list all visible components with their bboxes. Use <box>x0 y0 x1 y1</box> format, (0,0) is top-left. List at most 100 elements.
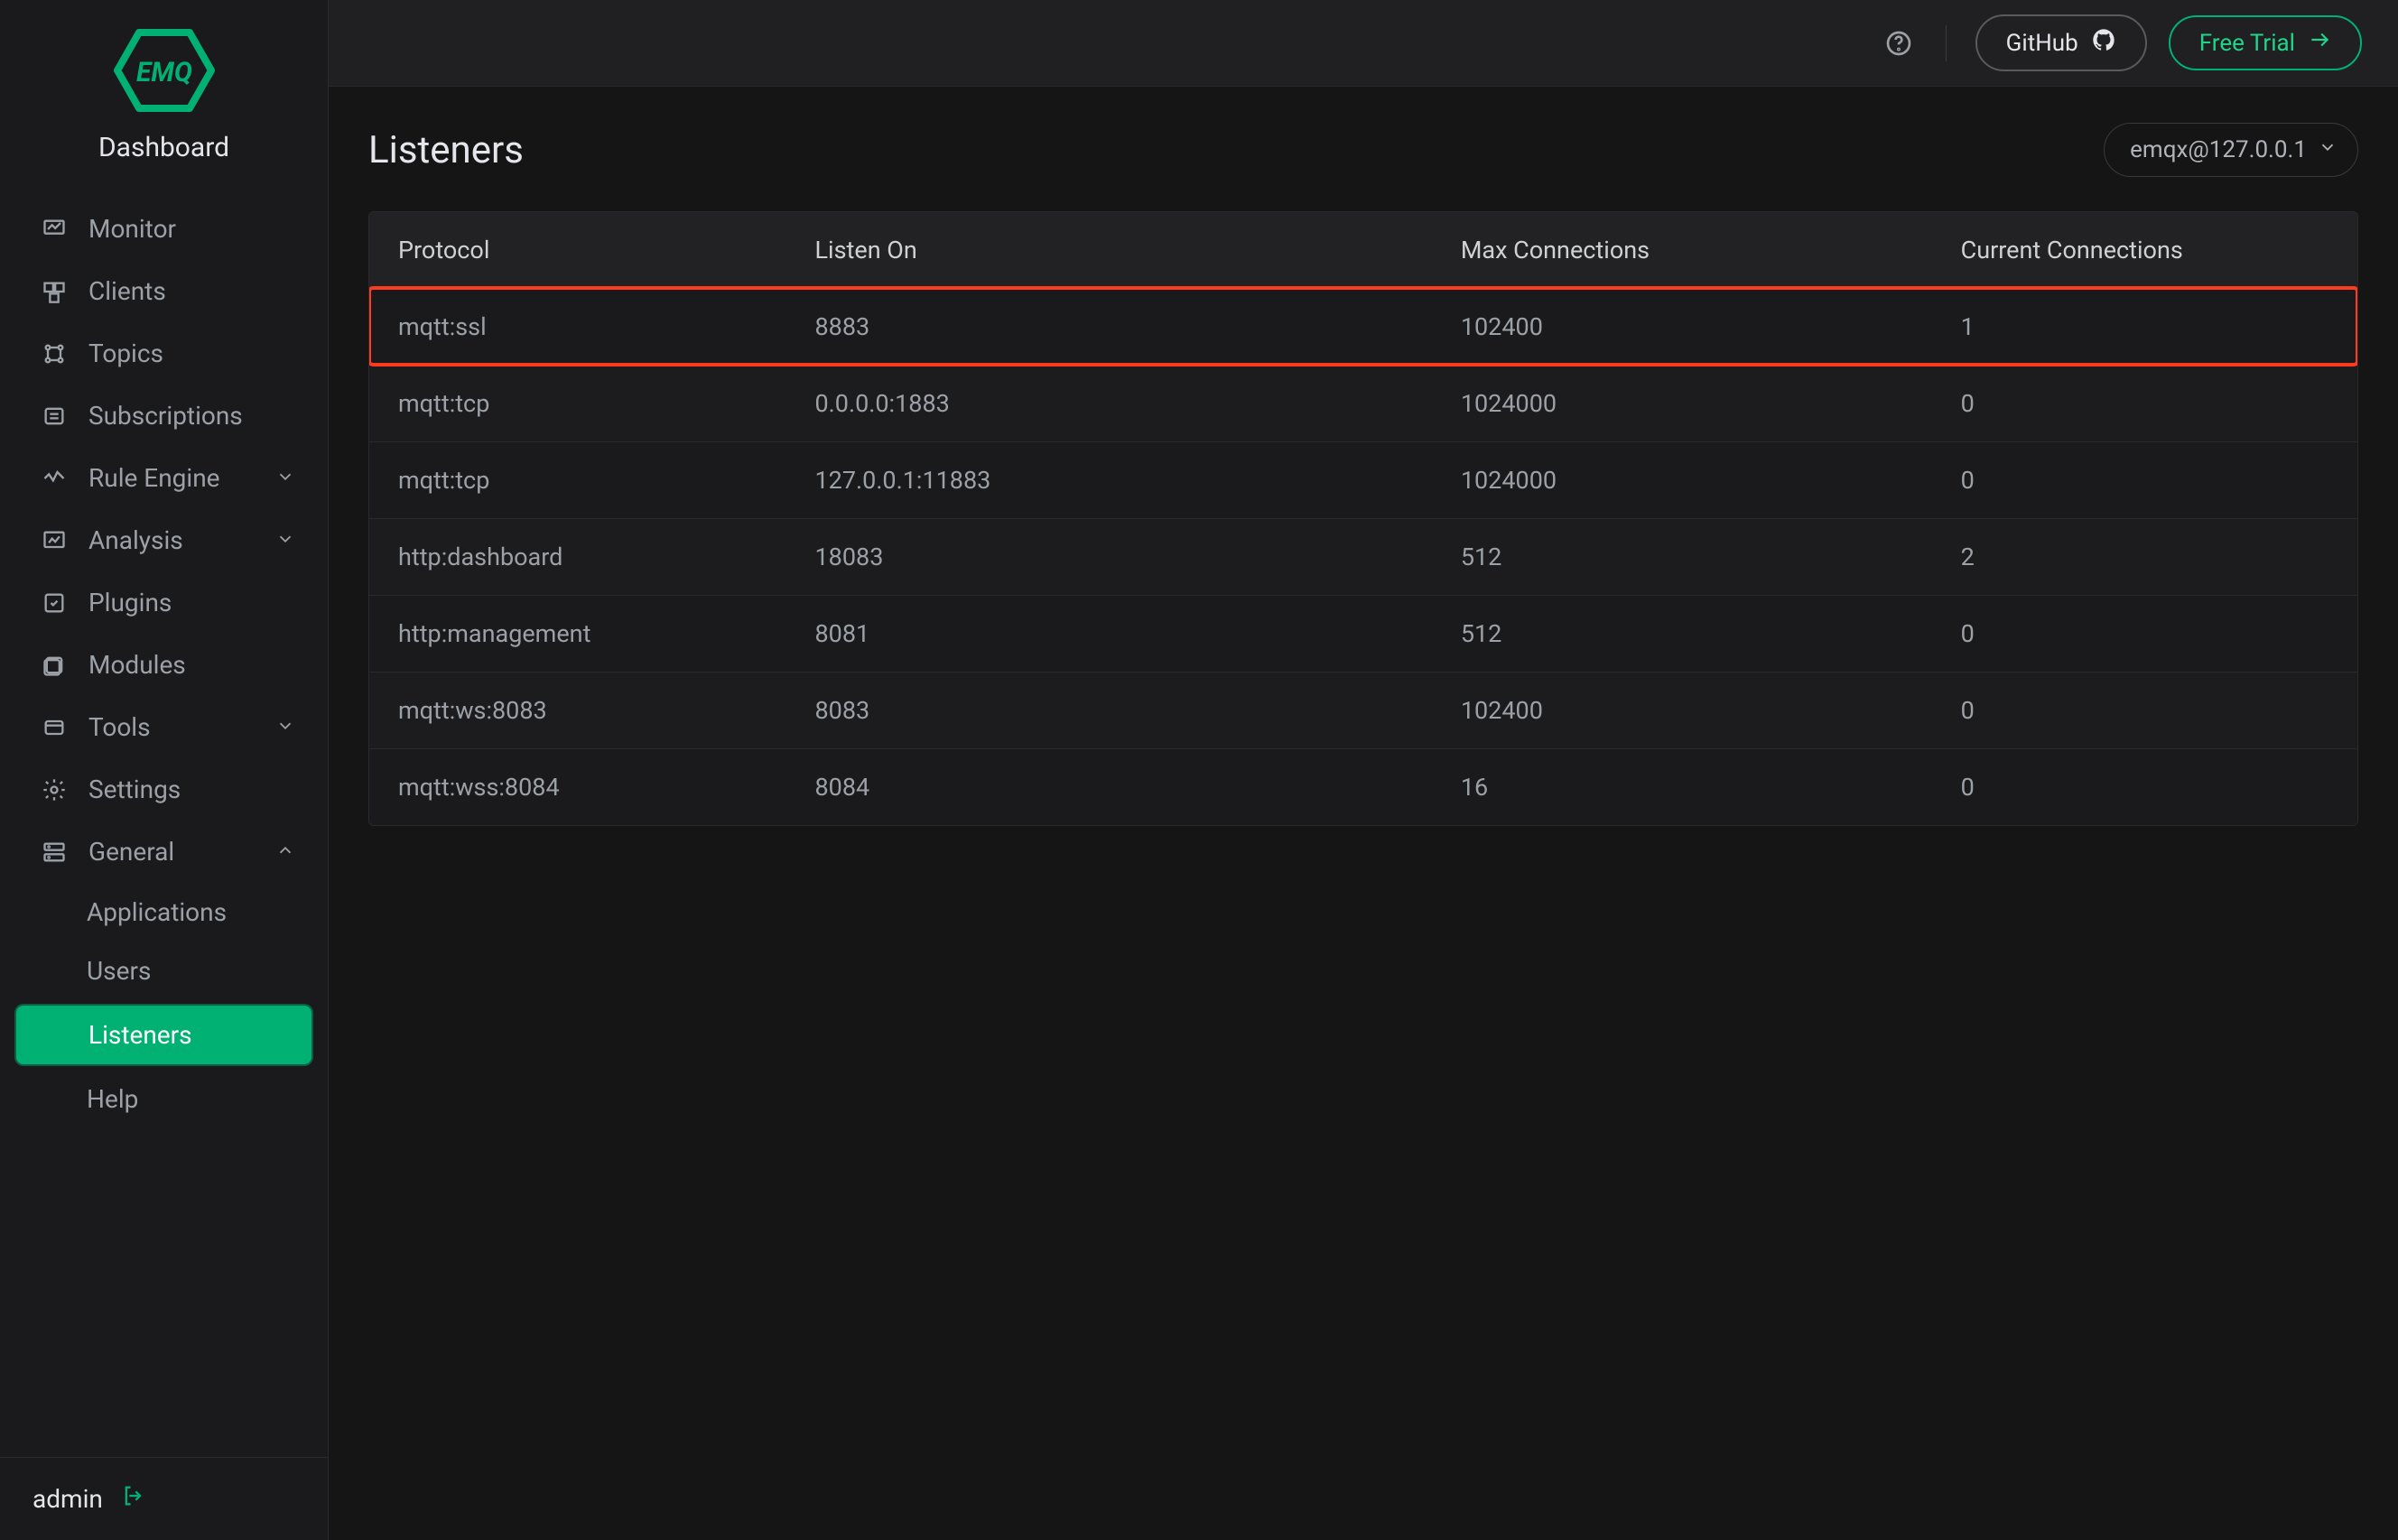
table-cell: http:management <box>395 596 812 672</box>
table-row[interactable]: mqtt:ws:808380831024000 <box>369 672 2357 748</box>
rule-engine-icon <box>40 464 69 493</box>
sidebar-item-rule-engine[interactable]: Rule Engine <box>0 447 328 509</box>
github-button[interactable]: GitHub <box>1975 14 2147 71</box>
table-cell: 102400 <box>1457 289 1957 365</box>
sidebar-item-general[interactable]: General <box>0 821 328 883</box>
table-cell: mqtt:tcp <box>395 442 812 518</box>
sidebar-item-modules[interactable]: Modules <box>0 634 328 696</box>
chevron-down-icon <box>275 525 295 555</box>
sidebar-sub-label: Listeners <box>88 1020 192 1050</box>
node-selector[interactable]: emqx@127.0.0.1 <box>2104 123 2358 177</box>
sidebar-sub-applications[interactable]: Applications <box>0 883 328 942</box>
table-cell: mqtt:ssl <box>395 289 812 365</box>
table-cell: 2 <box>1957 519 2332 595</box>
sidebar-item-label: General <box>88 837 174 867</box>
sidebar-item-tools[interactable]: Tools <box>0 696 328 758</box>
sidebar-sub-help[interactable]: Help <box>0 1070 328 1128</box>
col-current-connections: Current Connections <box>1957 212 2332 288</box>
sidebar-item-analysis[interactable]: Analysis <box>0 509 328 571</box>
table-cell: 1 <box>1957 289 2332 365</box>
table-cell: 1024000 <box>1457 442 1957 518</box>
plugins-icon <box>40 589 69 617</box>
table-cell: 512 <box>1457 596 1957 672</box>
sidebar-item-label: Tools <box>88 712 151 742</box>
table-cell: 512 <box>1457 519 1957 595</box>
main-content: GitHub Free Trial Listeners emqx@127.0.0… <box>329 0 2398 1540</box>
table-cell: 0 <box>1957 366 2332 441</box>
github-label: GitHub <box>2006 30 2078 57</box>
table-cell: 0.0.0.0:1883 <box>812 366 1457 441</box>
help-icon[interactable] <box>1881 25 1917 61</box>
username: admin <box>33 1484 103 1514</box>
sidebar-item-topics[interactable]: Topics <box>0 322 328 385</box>
table-header: Protocol Listen On Max Connections Curre… <box>369 212 2357 288</box>
col-listen-on: Listen On <box>812 212 1457 288</box>
sidebar-item-plugins[interactable]: Plugins <box>0 571 328 634</box>
logo-section: EMQ Dashboard <box>0 0 328 180</box>
settings-icon <box>40 775 69 804</box>
topbar: GitHub Free Trial <box>329 0 2398 87</box>
chevron-down-icon <box>275 463 295 493</box>
content-area: Listeners emqx@127.0.0.1 Protocol Listen… <box>329 87 2398 1540</box>
logout-icon[interactable] <box>121 1483 146 1515</box>
table-row[interactable]: mqtt:ssl88831024001 <box>369 288 2357 365</box>
divider <box>1946 25 1947 61</box>
table-row[interactable]: mqtt:tcp127.0.0.1:1188310240000 <box>369 441 2357 518</box>
sidebar-item-clients[interactable]: Clients <box>0 260 328 322</box>
sidebar-sub-label: Applications <box>87 897 227 927</box>
sidebar-item-label: Plugins <box>88 588 172 617</box>
sidebar-sub-users[interactable]: Users <box>0 942 328 1000</box>
sidebar-item-label: Topics <box>88 339 163 368</box>
table-cell: 0 <box>1957 442 2332 518</box>
table-cell: 102400 <box>1457 673 1957 748</box>
modules-icon <box>40 651 69 680</box>
sidebar-item-label: Analysis <box>88 525 183 555</box>
table-cell: 8883 <box>812 289 1457 365</box>
table-cell: 0 <box>1957 749 2332 825</box>
sidebar-nav: Monitor Clients Topics Subscriptions <box>0 180 328 1457</box>
sidebar: EMQ Dashboard Monitor Clients <box>0 0 329 1540</box>
table-cell: mqtt:wss:8084 <box>395 749 812 825</box>
table-cell: http:dashboard <box>395 519 812 595</box>
free-trial-button[interactable]: Free Trial <box>2169 15 2362 70</box>
sidebar-sub-label: Help <box>87 1084 138 1114</box>
table-cell: 0 <box>1957 673 2332 748</box>
table-row[interactable]: http:management80815120 <box>369 595 2357 672</box>
user-bar: admin <box>0 1457 328 1540</box>
sidebar-item-label: Rule Engine <box>88 463 220 493</box>
analysis-icon <box>40 526 69 555</box>
sidebar-item-subscriptions[interactable]: Subscriptions <box>0 385 328 447</box>
sidebar-item-label: Modules <box>88 650 186 680</box>
subscriptions-icon <box>40 402 69 431</box>
table-cell: 1024000 <box>1457 366 1957 441</box>
sidebar-item-label: Settings <box>88 775 181 804</box>
table-cell: 8084 <box>812 749 1457 825</box>
table-cell: 8081 <box>812 596 1457 672</box>
table-cell: 0 <box>1957 596 2332 672</box>
table-row[interactable]: mqtt:tcp0.0.0.0:188310240000 <box>369 365 2357 441</box>
col-max-connections: Max Connections <box>1457 212 1957 288</box>
table-row[interactable]: http:dashboard180835122 <box>369 518 2357 595</box>
table-cell: 16 <box>1457 749 1957 825</box>
chevron-up-icon <box>275 837 295 867</box>
table-cell: 18083 <box>812 519 1457 595</box>
sidebar-item-label: Clients <box>88 276 166 306</box>
sidebar-item-settings[interactable]: Settings <box>0 758 328 821</box>
page-header: Listeners emqx@127.0.0.1 <box>368 123 2358 177</box>
sidebar-item-label: Monitor <box>88 214 176 244</box>
arrow-right-icon <box>2308 28 2331 58</box>
page-title: Listeners <box>368 128 524 172</box>
svg-text:EMQ: EMQ <box>136 57 192 88</box>
table-cell: 127.0.0.1:11883 <box>812 442 1457 518</box>
sidebar-item-monitor[interactable]: Monitor <box>0 198 328 260</box>
monitor-icon <box>40 215 69 244</box>
clients-icon <box>40 277 69 306</box>
sidebar-item-label: Subscriptions <box>88 401 243 431</box>
table-row[interactable]: mqtt:wss:80848084160 <box>369 748 2357 825</box>
brand-title: Dashboard <box>0 132 328 163</box>
logo-icon: EMQ <box>110 25 218 119</box>
chevron-down-icon <box>2318 136 2338 163</box>
sidebar-sub-listeners[interactable]: Listeners <box>16 1006 311 1064</box>
listeners-table: Protocol Listen On Max Connections Curre… <box>368 211 2358 826</box>
table-cell: mqtt:tcp <box>395 366 812 441</box>
